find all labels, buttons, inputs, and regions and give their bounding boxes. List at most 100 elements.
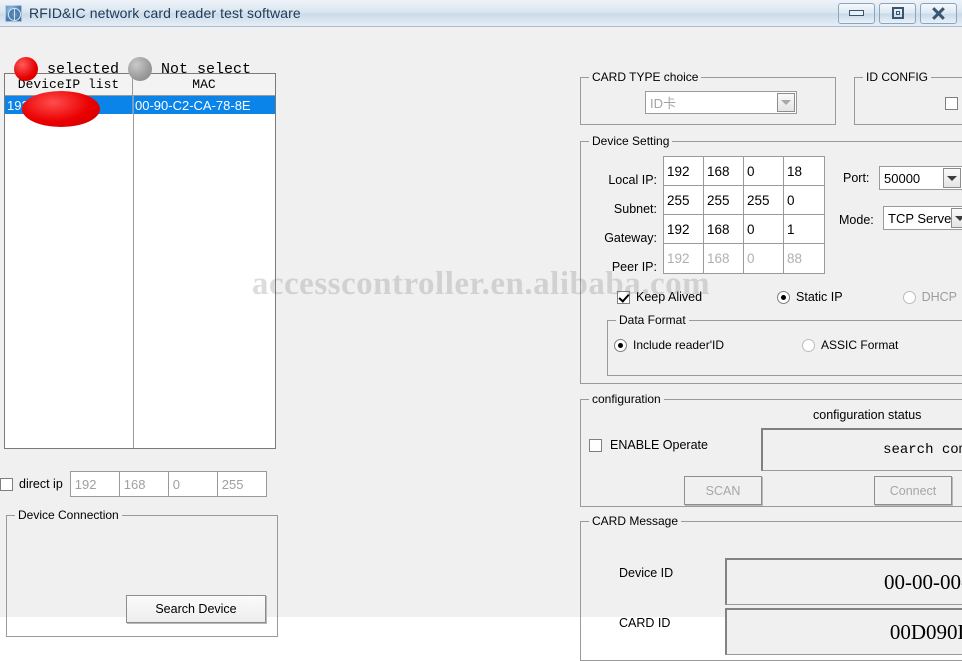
port-label: Port: (843, 171, 870, 185)
include-reader-id-radio[interactable] (614, 338, 627, 352)
not-selected-indicator-icon (128, 57, 153, 81)
minimize-button[interactable] (838, 2, 875, 24)
include-reader-id-label: Include reader'ID (633, 338, 725, 352)
static-ip-radio[interactable] (777, 290, 791, 304)
close-button[interactable] (920, 2, 957, 24)
peer-ip-octet-4[interactable]: 88 (784, 244, 824, 273)
gateway-octet-1[interactable]: 192 (664, 215, 704, 244)
enable-operate-checkbox[interactable] (589, 438, 602, 452)
subnet-row: 255 255 255 0 (664, 186, 824, 215)
subnet-octet-2[interactable]: 255 (704, 186, 744, 215)
chevron-down-icon[interactable] (943, 168, 961, 188)
peer-ip-label: Peer IP: (611, 260, 657, 274)
left-panel: DeviceIP list MAC 192.168.1.18 00-90-C2-… (0, 27, 288, 637)
selected-indicator-icon (14, 57, 38, 81)
dhcp-label: DHCP (921, 290, 957, 304)
local-ip-octet-3[interactable]: 0 (744, 157, 784, 186)
window-controls (838, 2, 960, 24)
device-setting-legend: Device Setting (589, 134, 673, 148)
maximize-icon (891, 7, 904, 19)
direct-ip-octet-1[interactable]: 192 (69, 471, 120, 497)
card-message-group: CARD Message Device ID 00-00-00-00-00 CA… (580, 514, 962, 661)
gateway-row: 192 168 0 1 (664, 215, 824, 244)
assic-format-label: ASSIC Format (821, 338, 899, 352)
app-globe-icon (5, 4, 22, 22)
card-type-select[interactable]: ID卡 (645, 91, 797, 114)
device-list[interactable]: DeviceIP list MAC 192.168.1.18 00-90-C2-… (4, 73, 276, 449)
card-message-legend: CARD Message (589, 514, 682, 528)
subnet-label: Subnet: (613, 202, 657, 216)
configuration-status-label: configuration status (813, 408, 922, 422)
mode-select[interactable]: TCP Serve (883, 206, 962, 230)
keep-alived-checkbox[interactable] (617, 290, 630, 304)
connect-button[interactable]: Connect (874, 476, 952, 505)
subnet-octet-3[interactable]: 255 (744, 186, 784, 215)
scan-button[interactable]: SCAN (684, 476, 762, 505)
configuration-status-value: search completed...... (761, 428, 962, 471)
gateway-octet-4[interactable]: 1 (784, 215, 824, 244)
direct-ip-octet-2[interactable]: 168 (118, 471, 169, 497)
selected-label: selected (47, 60, 120, 78)
window-title: RFID&IC network card reader test softwar… (29, 5, 301, 21)
close-icon (931, 6, 946, 20)
local-ip-octet-2[interactable]: 168 (704, 157, 744, 186)
id-config-row: choose FF FF FF FF FF (945, 92, 962, 115)
title-bar: RFID&IC network card reader test softwar… (0, 0, 962, 27)
data-format-group: Data Format Include reader'ID ASSIC Form… (607, 313, 962, 376)
peer-ip-octet-3[interactable]: 0 (744, 244, 784, 273)
gateway-octet-3[interactable]: 0 (744, 215, 784, 244)
subnet-octet-1[interactable]: 255 (664, 186, 704, 215)
column-divider (133, 95, 134, 448)
local-ip-label: Local IP: (608, 173, 657, 187)
ip-settings-grid: 192 168 0 18 255 255 255 0 192 168 0 1 1… (663, 156, 825, 274)
local-ip-octet-1[interactable]: 192 (664, 157, 704, 186)
window-body: DeviceIP list MAC 192.168.1.18 00-90-C2-… (0, 27, 962, 661)
static-ip-label: Static IP (796, 290, 843, 304)
search-device-button[interactable]: Search Device (126, 595, 266, 623)
peer-ip-octet-1[interactable]: 192 (664, 244, 704, 273)
direct-ip-row: direct ip 192 168 0 255 (0, 471, 267, 497)
enable-operate-label: ENABLE Operate (610, 438, 708, 452)
port-select[interactable]: 50000 (879, 166, 962, 190)
direct-ip-label: direct ip (19, 477, 63, 491)
mode-label: Mode: (839, 213, 874, 227)
card-type-value: ID卡 (650, 96, 677, 111)
id-config-choose-checkbox[interactable] (945, 97, 958, 110)
gateway-octet-2[interactable]: 168 (704, 215, 744, 244)
data-format-legend: Data Format (616, 313, 689, 327)
not-select-label: Not select (161, 60, 252, 78)
mode-value: TCP Serve (888, 210, 952, 226)
subnet-octet-4[interactable]: 0 (784, 186, 824, 215)
cell-mac: 00-90-C2-CA-78-8E (135, 97, 251, 113)
dhcp-radio[interactable] (902, 290, 916, 304)
peer-ip-octet-2[interactable]: 168 (704, 244, 744, 273)
connection-status-indicator (22, 91, 100, 127)
data-format-options-row: Include reader'ID ASSIC Format (614, 338, 962, 352)
card-type-choice-group: CARD TYPE choice ID卡 (580, 70, 836, 125)
direct-ip-octet-3[interactable]: 0 (167, 471, 218, 497)
maximize-button[interactable] (879, 2, 916, 24)
device-connection-legend: Device Connection (15, 508, 122, 522)
device-id-value: 00-00-00-00-00 (725, 558, 962, 605)
configuration-group: configuration ENABLE Operate configurati… (580, 392, 962, 507)
card-id-label: CARD ID (619, 616, 671, 630)
assic-format-radio[interactable] (802, 338, 816, 352)
peer-ip-row: 192 168 0 88 (664, 244, 824, 273)
keep-alived-label: Keep Alived (636, 290, 703, 304)
configuration-legend: configuration (589, 392, 664, 406)
chevron-down-icon[interactable] (777, 93, 795, 112)
device-setting-group: Device Setting Local IP: Subnet: Gateway… (580, 134, 962, 384)
direct-ip-octet-4[interactable]: 255 (216, 471, 267, 497)
enable-operate-row: ENABLE Operate (589, 438, 708, 452)
chevron-down-icon[interactable] (951, 208, 962, 228)
device-connection-legend-row: selected Not select (14, 57, 251, 81)
network-options-row: Keep Alived Static IP DHCP (617, 290, 962, 304)
card-id-value: 00D090D8EA (725, 608, 962, 655)
local-ip-octet-4[interactable]: 18 (784, 157, 824, 186)
right-panel: CARD TYPE choice ID卡 ID CONFIG choose FF… (288, 27, 962, 661)
card-type-legend: CARD TYPE choice (589, 70, 702, 84)
gateway-label: Gateway: (604, 231, 657, 245)
minimize-icon (849, 10, 864, 16)
direct-ip-checkbox[interactable] (0, 477, 13, 491)
device-id-label: Device ID (619, 566, 674, 580)
